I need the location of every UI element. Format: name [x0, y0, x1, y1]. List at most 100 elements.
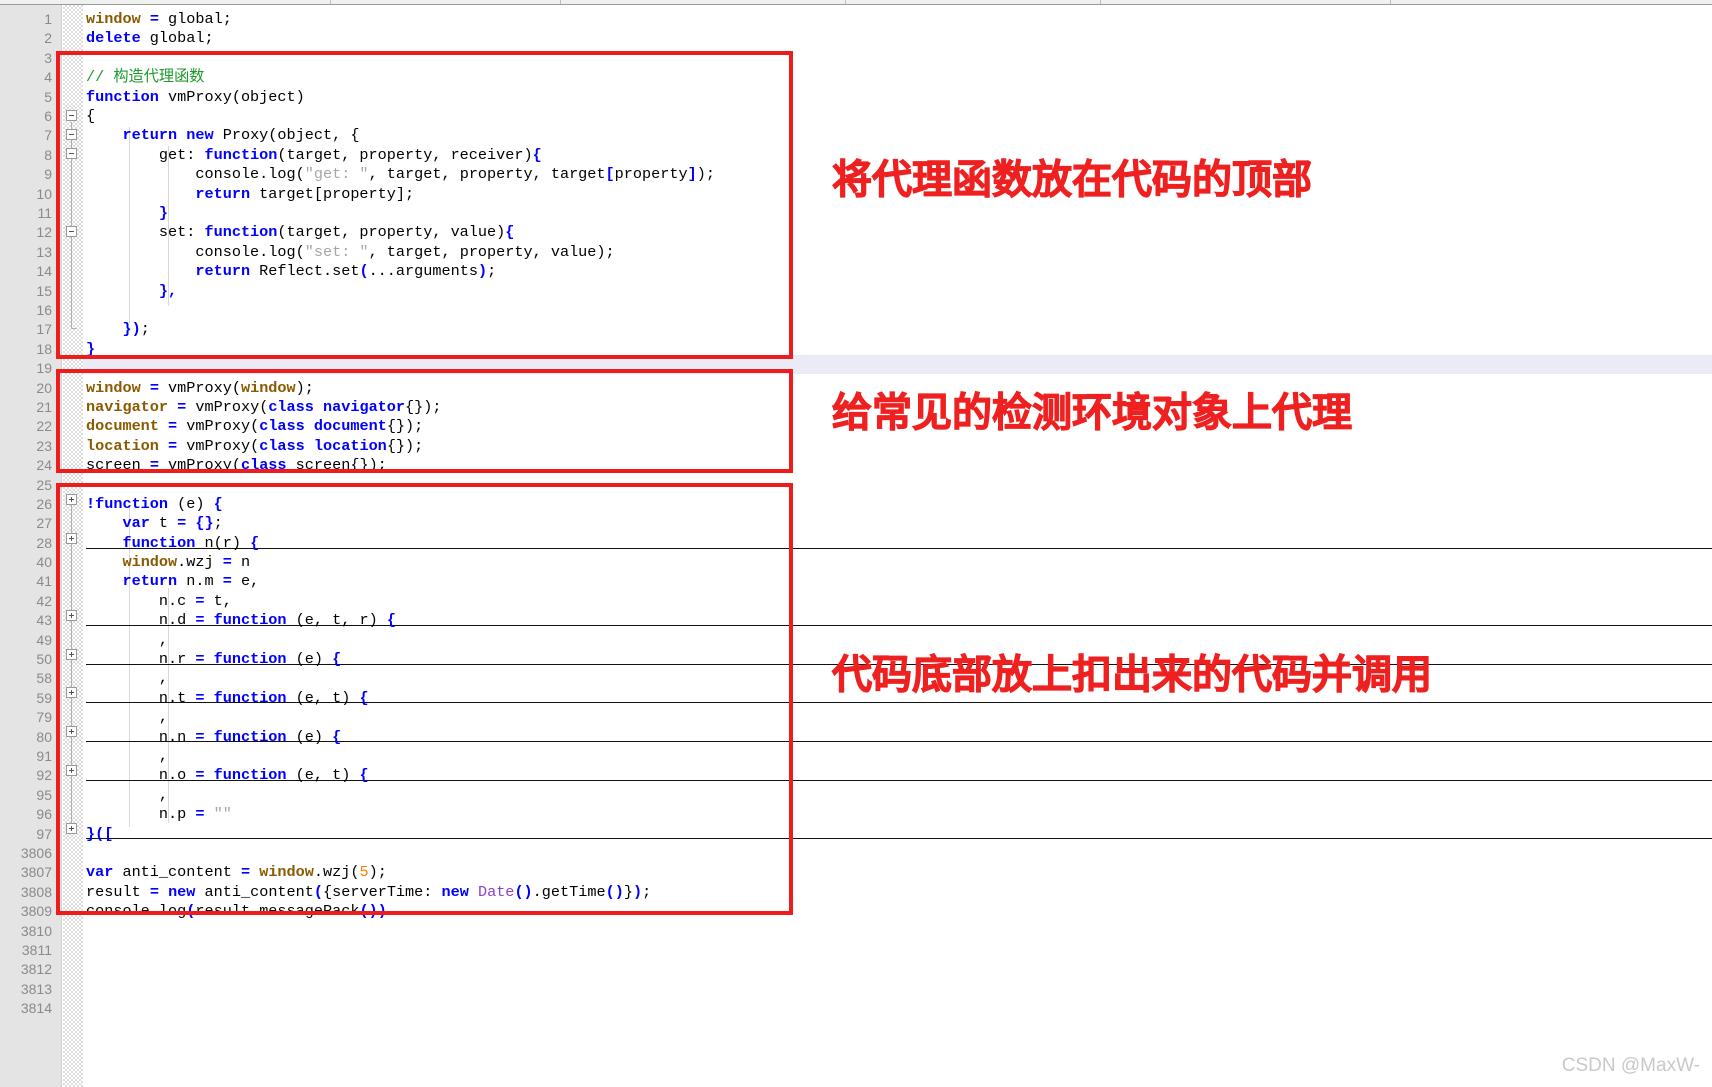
- line-number: 14: [36, 263, 52, 279]
- line-number: 21: [36, 399, 52, 415]
- code-line-59[interactable]: n.t = function (e, t) {: [86, 689, 369, 708]
- code-line-41[interactable]: return n.m = e,: [86, 572, 259, 591]
- code-line-9[interactable]: console.log("get: ", target, property, t…: [86, 165, 715, 184]
- line-number: 3810: [20, 923, 52, 939]
- line-number: 4: [44, 69, 52, 85]
- code-line-50[interactable]: n.r = function (e) {: [86, 650, 341, 669]
- code-line-95[interactable]: ,: [86, 786, 168, 805]
- code-line-11[interactable]: }: [86, 204, 168, 223]
- fold-guide-outer-end: [71, 328, 77, 329]
- csdn-watermark: CSDN @MaxW-: [1561, 1055, 1700, 1076]
- line-number: 42: [36, 593, 52, 609]
- line-number: 5: [44, 89, 52, 105]
- code-line-91[interactable]: ,: [86, 747, 168, 766]
- line-number: 79: [36, 709, 52, 725]
- code-line-28[interactable]: function n(r) {: [86, 534, 259, 553]
- line-number: 20: [36, 380, 52, 396]
- line-number: 16: [36, 302, 52, 318]
- line-number: 3808: [20, 884, 52, 900]
- line-number: 59: [36, 690, 52, 706]
- code-line-12[interactable]: set: function(target, property, value){: [86, 223, 514, 242]
- current-line-highlight: [83, 355, 1712, 375]
- line-number: 3809: [20, 903, 52, 919]
- screenshot-root: 1 2 3 4 5 6 7 8 9 10 11 12 13 14 15 16 1…: [0, 0, 1712, 1087]
- line-number: 3811: [21, 942, 52, 958]
- line-number: 43: [36, 612, 52, 628]
- code-line-23[interactable]: location = vmProxy(class location{});: [86, 437, 423, 456]
- code-line-1[interactable]: window = global;: [86, 10, 232, 29]
- fold-margin[interactable]: [63, 5, 83, 1087]
- fold-toggle-collapse-line7[interactable]: [66, 129, 77, 140]
- collapsed-section-rule: [86, 838, 1712, 839]
- line-number: 7: [44, 127, 52, 143]
- code-line-8[interactable]: get: function(target, property, receiver…: [86, 146, 542, 165]
- line-number: 1: [44, 11, 52, 27]
- code-line-10[interactable]: return target[property];: [86, 185, 414, 204]
- code-line-40[interactable]: window.wzj = n: [86, 553, 250, 572]
- code-line-22[interactable]: document = vmProxy(class document{});: [86, 417, 423, 436]
- code-line-3808[interactable]: result = new anti_content({serverTime: n…: [86, 883, 651, 902]
- line-number: 24: [36, 457, 52, 473]
- code-line-14[interactable]: return Reflect.set(...arguments);: [86, 262, 496, 281]
- line-number: 41: [36, 573, 52, 589]
- code-line-49[interactable]: ,: [86, 631, 168, 650]
- collapsed-section-rule: [86, 548, 1712, 549]
- code-line-92[interactable]: n.o = function (e, t) {: [86, 766, 369, 785]
- fold-toggle-expand-line26[interactable]: [66, 494, 77, 505]
- line-number: 23: [36, 438, 52, 454]
- code-line-20[interactable]: window = vmProxy(window);: [86, 379, 314, 398]
- code-line-26[interactable]: !function (e) {: [86, 495, 223, 514]
- code-line-58[interactable]: ,: [86, 669, 168, 688]
- code-line-3809[interactable]: console.log(result.messagePack()): [86, 902, 387, 921]
- fold-toggle-collapse-line6[interactable]: [66, 110, 77, 121]
- line-number: 91: [36, 748, 52, 764]
- code-line-21[interactable]: navigator = vmProxy(class navigator{});: [86, 398, 442, 417]
- fold-toggle-expand-line59[interactable]: [66, 687, 77, 698]
- code-line-17[interactable]: });: [86, 320, 149, 339]
- code-line-96[interactable]: n.p = "": [86, 805, 232, 824]
- line-number: 17: [36, 321, 52, 337]
- line-number: 3: [44, 50, 52, 66]
- fold-toggle-collapse-line8[interactable]: [66, 148, 77, 159]
- code-line-7[interactable]: return new Proxy(object, {: [86, 126, 359, 145]
- code-line-3807[interactable]: var anti_content = window.wzj(5);: [86, 863, 387, 882]
- line-number: 6: [44, 108, 52, 124]
- line-number: 15: [36, 283, 52, 299]
- annotation-env-proxy: 给常见的检测环境对象上代理: [832, 390, 1353, 436]
- line-number: 11: [37, 205, 52, 221]
- line-number: 19: [36, 360, 52, 376]
- code-line-97[interactable]: }([: [86, 825, 113, 844]
- code-line-2[interactable]: delete global;: [86, 29, 214, 48]
- code-line-43[interactable]: n.d = function (e, t, r) {: [86, 611, 396, 630]
- line-number: 27: [36, 515, 52, 531]
- code-line-4[interactable]: // 构造代理函数: [86, 68, 204, 87]
- code-line-15[interactable]: },: [86, 282, 177, 301]
- annotation-bottom-call: 代码底部放上扣出来的代码并调用: [832, 652, 1433, 698]
- fold-toggle-expand-line92[interactable]: [66, 765, 77, 776]
- code-line-6[interactable]: {: [86, 107, 95, 126]
- fold-toggle-expand-line43[interactable]: [66, 610, 77, 621]
- fold-toggle-expand-line50[interactable]: [66, 649, 77, 660]
- code-line-42[interactable]: n.c = t,: [86, 592, 232, 611]
- fold-toggle-collapse-line12[interactable]: [66, 226, 77, 237]
- fold-toggle-expand-line80[interactable]: [66, 726, 77, 737]
- line-number: 3807: [20, 864, 52, 880]
- code-line-13[interactable]: console.log("set: ", target, property, v…: [86, 243, 614, 262]
- line-number: 50: [36, 651, 52, 667]
- line-number: 25: [36, 477, 52, 493]
- line-number: 3812: [20, 961, 52, 977]
- code-line-79[interactable]: ,: [86, 708, 168, 727]
- fold-toggle-expand-line28[interactable]: [66, 533, 77, 544]
- line-number: 2: [44, 30, 52, 46]
- code-line-18[interactable]: }: [86, 340, 95, 359]
- code-line-5[interactable]: function vmProxy(object): [86, 88, 305, 107]
- code-line-24[interactable]: screen = vmProxy(class screen{});: [86, 456, 387, 475]
- line-number: 26: [36, 496, 52, 512]
- line-number: 58: [36, 670, 52, 686]
- line-number: 8: [44, 147, 52, 163]
- line-number: 10: [36, 186, 52, 202]
- code-line-80[interactable]: n.n = function (e) {: [86, 728, 341, 747]
- line-number: 22: [36, 418, 52, 434]
- code-line-27[interactable]: var t = {};: [86, 514, 222, 533]
- fold-toggle-expand-line97[interactable]: [66, 823, 77, 834]
